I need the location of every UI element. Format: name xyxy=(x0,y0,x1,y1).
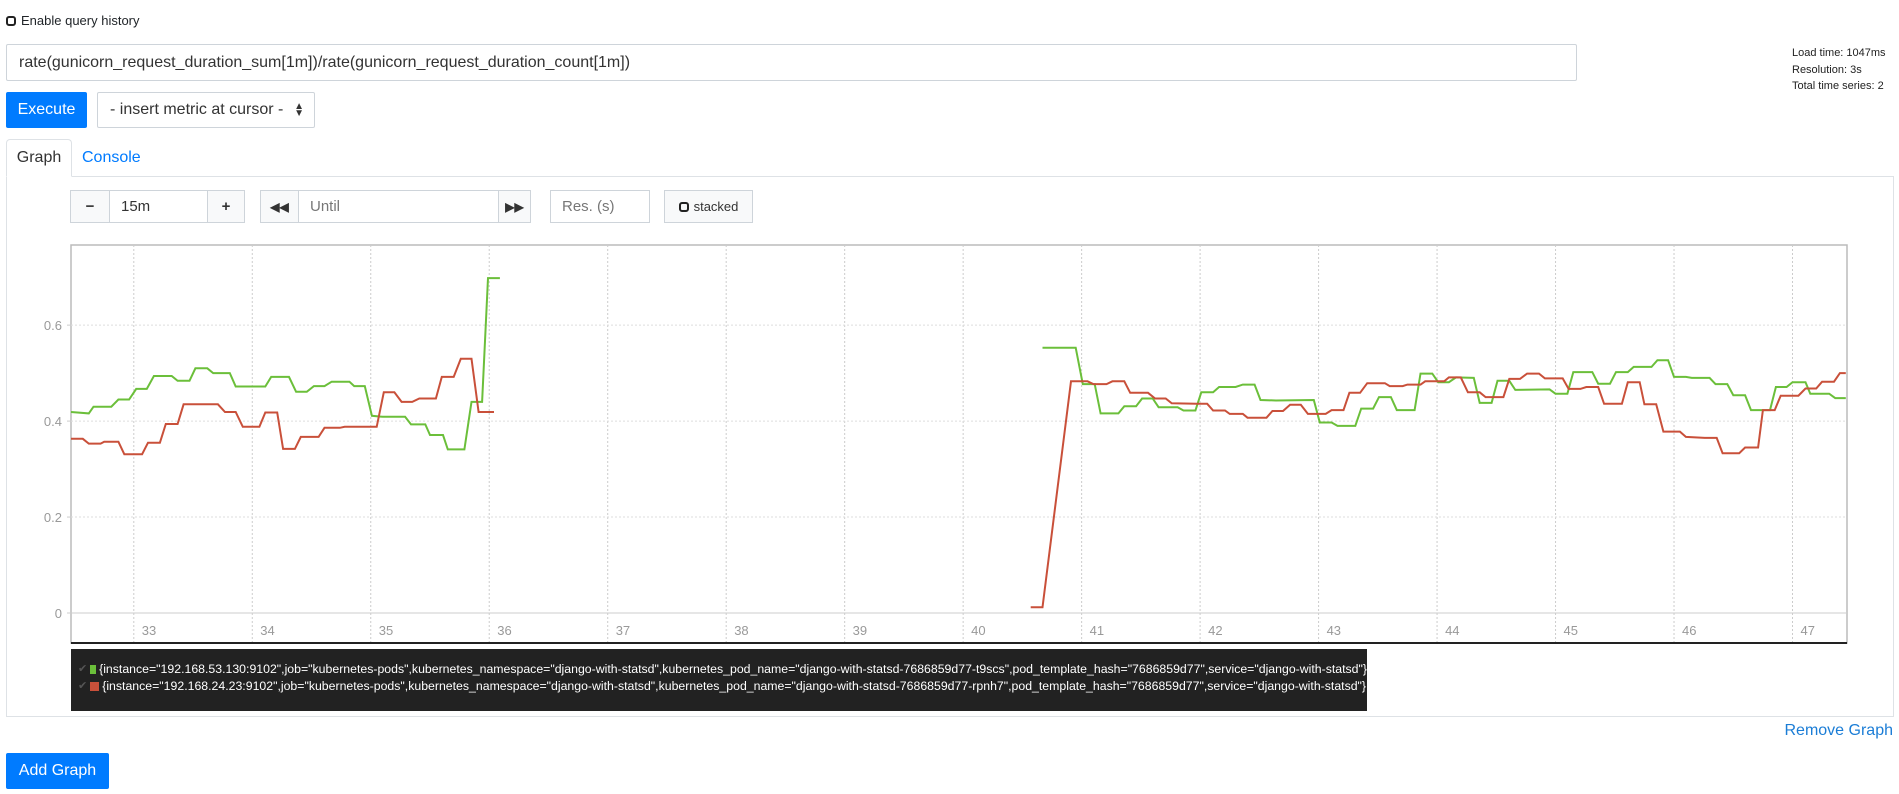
x-tick-label: 46 xyxy=(1682,623,1696,638)
y-tick-label: 0.2 xyxy=(44,510,62,525)
series-line-2 xyxy=(71,357,494,456)
graph-legend: ✔ {instance="192.168.53.130:9102",job="k… xyxy=(71,649,1367,711)
legend-item[interactable]: ✔ {instance="192.168.24.23:9102",job="ku… xyxy=(78,678,1367,695)
x-tick-label: 39 xyxy=(853,623,867,638)
x-tick-label: 35 xyxy=(379,623,393,638)
x-tick-label: 42 xyxy=(1208,623,1222,638)
legend-item[interactable]: ✔ {instance="192.168.53.130:9102",job="k… xyxy=(78,661,1367,678)
check-icon[interactable]: ✔ xyxy=(78,661,87,678)
legend-label: {instance="192.168.53.130:9102",job="kub… xyxy=(99,662,1367,676)
series-line-2 xyxy=(1030,372,1846,609)
y-tick-label: 0.6 xyxy=(44,318,62,333)
series-line-1 xyxy=(70,277,500,451)
check-icon[interactable]: ✔ xyxy=(78,678,87,695)
x-tick-label: 41 xyxy=(1090,623,1104,638)
tab-graph[interactable]: Graph xyxy=(6,139,72,177)
y-tick-label: 0.4 xyxy=(44,414,62,429)
legend-label: {instance="192.168.24.23:9102",job="kube… xyxy=(102,679,1367,693)
x-tick-label: 38 xyxy=(734,623,748,638)
x-tick-label: 34 xyxy=(260,623,274,638)
x-tick-label: 44 xyxy=(1445,623,1459,638)
x-tick-label: 47 xyxy=(1800,623,1814,638)
series-swatch xyxy=(90,665,97,674)
series-swatch xyxy=(90,682,100,691)
plot-frame xyxy=(70,244,1848,644)
x-tick-label: 43 xyxy=(1327,623,1341,638)
x-tick-label: 37 xyxy=(616,623,630,638)
series-line-1 xyxy=(1042,346,1846,427)
x-tick-label: 45 xyxy=(1564,623,1578,638)
x-tick-label: 40 xyxy=(971,623,985,638)
y-tick-label: 0 xyxy=(55,606,62,621)
x-tick-label: 33 xyxy=(142,623,156,638)
remove-graph-link[interactable]: Remove Graph xyxy=(1785,722,1894,740)
add-graph-button[interactable]: Add Graph xyxy=(6,753,109,789)
x-tick-label: 36 xyxy=(497,623,511,638)
